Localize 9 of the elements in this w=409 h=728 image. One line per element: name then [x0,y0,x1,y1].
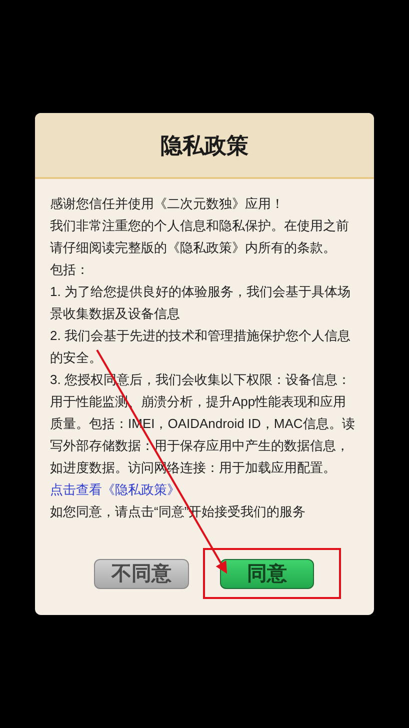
disagree-button[interactable]: 不同意 [94,559,189,589]
policy-paragraph: 感谢您信任并使用《二次元数独》应用！ [50,195,285,213]
policy-paragraph: 包括： [50,261,90,279]
policy-paragraph: 1. 为了给您提供良好的体验服务，我们会基于具体场景收集数据及设备信息 [50,283,352,323]
dialog-title: 隐私政策 [160,132,248,160]
policy-paragraph: 我们非常注重您的个人信息和隐私保护。在使用之前请仔细阅读完整版的《隐私政策》内所有的条款。 [50,217,350,257]
agree-button[interactable]: 同意 [220,559,314,589]
policy-paragraph: 2. 我们会基于先进的技术和管理措施保护您个人信息的安全。 [50,327,352,367]
privacy-policy-link[interactable]: 点击查看《隐私政策》 [50,479,180,501]
